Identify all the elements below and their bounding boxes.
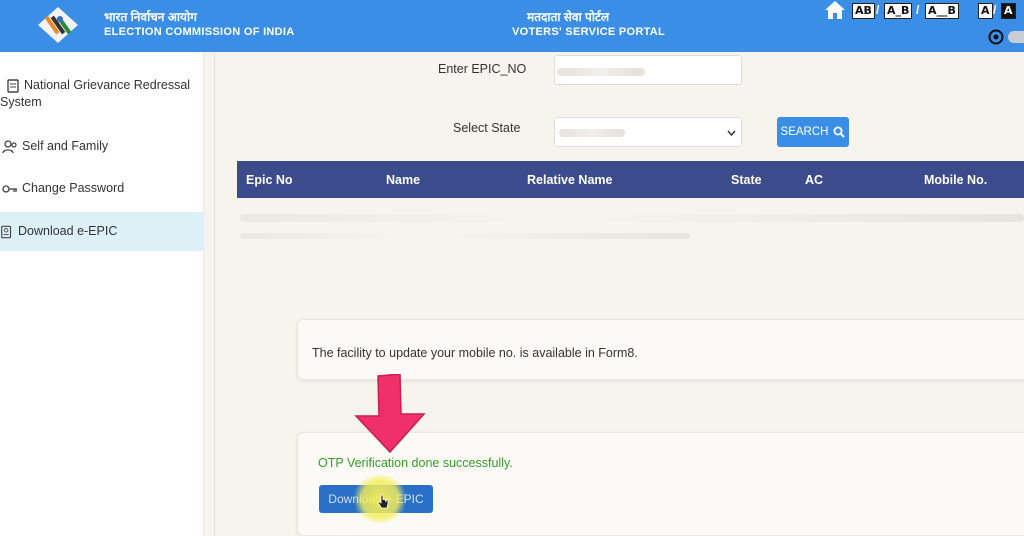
sidebar [0, 52, 204, 536]
org-name-hindi: भारत निर्वाचन आयोग [104, 10, 197, 24]
table-row [240, 233, 690, 239]
org-name-english: ELECTION COMMISSION OF INDIA [104, 26, 295, 38]
column-header-ac: AC [805, 173, 824, 187]
separator: / [916, 3, 920, 17]
separator: / [993, 3, 997, 17]
sidebar-item-change-password[interactable]: Change Password [0, 180, 204, 196]
sidebar-item-grievance[interactable]: National Grievance Redressal System [0, 77, 204, 111]
column-header-epic-no: Epic No [246, 173, 293, 187]
contrast-dark-button[interactable]: A [1001, 3, 1016, 19]
eci-logo-icon [38, 7, 78, 43]
annotation-arrow-icon [354, 374, 426, 454]
sidebar-item-label-cont: System [0, 95, 42, 109]
sidebar-item-label: Change Password [22, 181, 125, 195]
sidebar-item-self-family[interactable]: Self and Family [0, 138, 204, 154]
state-label: Select State [453, 121, 521, 135]
font-size-ab-button[interactable]: AB [852, 3, 875, 19]
table-row [240, 214, 1024, 222]
card-icon [1, 225, 12, 238]
otp-success-message: OTP Verification done successfully. [318, 456, 513, 470]
home-icon[interactable] [824, 0, 846, 20]
hand-cursor-icon [377, 494, 389, 509]
column-header-state: State [731, 173, 762, 187]
epic-label: Enter EPIC_NO [438, 62, 527, 76]
search-icon [833, 126, 846, 138]
top-header: भारत निर्वाचन आयोग ELECTION COMMISSION O… [0, 0, 1024, 52]
contrast-icon[interactable] [988, 29, 1004, 45]
column-header-mobile: Mobile No. [924, 173, 988, 187]
font-size-a-b-button[interactable]: A_B [884, 3, 913, 19]
font-size-a--b-button[interactable]: A__B [925, 3, 959, 19]
column-header-relative-name: Relative Name [527, 173, 613, 187]
portal-name-english: VOTERS' SERVICE PORTAL [512, 26, 666, 38]
search-button-label: SEARCH [780, 126, 829, 138]
results-table-header: Epic No Name Relative Name State AC Mobi… [237, 161, 1024, 198]
chevron-down-icon [727, 130, 736, 137]
search-button[interactable]: SEARCH [777, 117, 849, 147]
redacted-value [557, 68, 645, 76]
state-select[interactable] [554, 117, 742, 147]
sidebar-item-label: Download e-EPIC [18, 224, 118, 238]
contrast-normal-button[interactable]: A [978, 3, 993, 19]
epic-input[interactable] [554, 55, 742, 85]
sidebar-item-download-epic[interactable]: Download e-EPIC [0, 212, 204, 251]
mobile-update-notice-text: The facility to update your mobile no. i… [312, 346, 638, 360]
portal-name-hindi: मतदाता सेवा पोर्टल [527, 10, 610, 24]
sidebar-item-label: Self and Family [22, 139, 109, 153]
document-icon [7, 79, 19, 93]
column-header-name: Name [386, 173, 421, 187]
divider [214, 52, 215, 536]
users-icon [2, 140, 17, 153]
theme-toggle[interactable] [1008, 31, 1024, 43]
key-icon [2, 185, 17, 193]
redacted-value [559, 129, 625, 137]
separator: / [876, 3, 880, 17]
sidebar-item-label: National Grievance Redressal [24, 78, 191, 92]
